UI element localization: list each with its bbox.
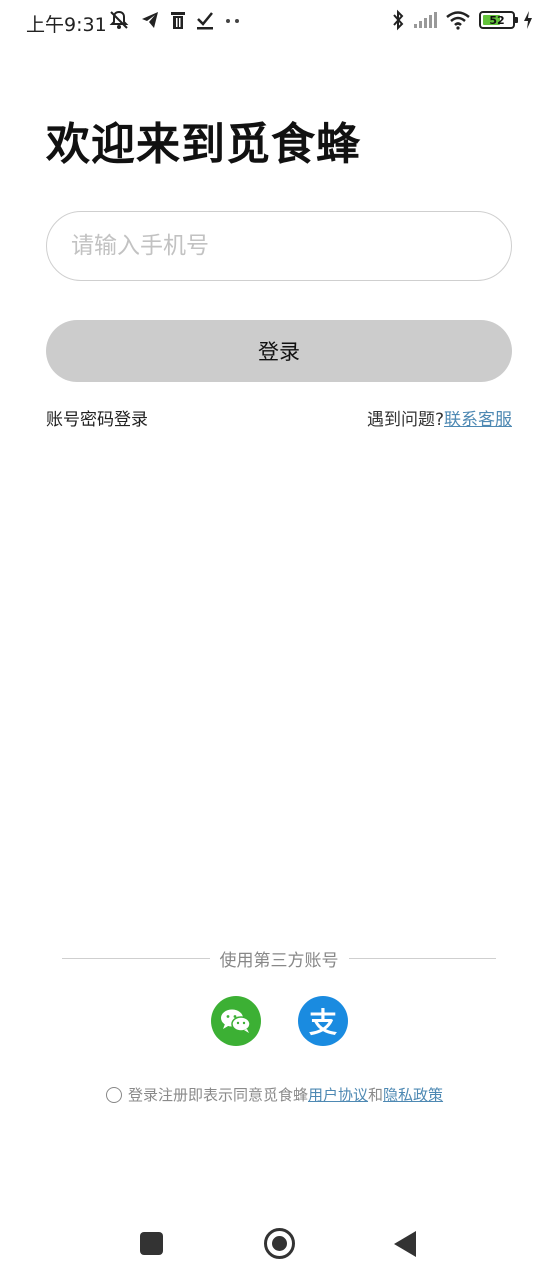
login-button[interactable]: 登录 [46,320,512,382]
agreement-checkbox[interactable] [106,1086,122,1103]
home-button[interactable] [264,1228,295,1259]
download-check-icon [196,9,214,31]
home-icon [272,1236,287,1251]
alipay-icon: 支 [308,1006,337,1039]
telegram-icon [140,9,160,31]
privacy-policy-link[interactable]: 隐私政策 [383,1084,443,1105]
help-row: 遇到问题? 联系客服 [367,405,512,430]
status-icons-left [108,9,242,31]
login-screen: 上午9:31 52 欢迎来到觅食蜂 请输入手机号 登录 账号密码登录 遇到问题?… [0,0,559,1280]
status-bar: 上午9:31 52 [0,0,559,42]
help-prefix: 遇到问题? [366,410,444,430]
password-login-link[interactable]: 账号密码登录 [46,405,148,430]
wifi-icon [445,9,471,31]
recents-button[interactable] [140,1232,163,1255]
status-time: 上午9:31 [26,14,107,36]
divider-line-left [62,958,210,959]
status-icons-right: 52 [391,9,533,31]
alipay-login-button[interactable]: 支 [298,996,348,1046]
wechat-login-button[interactable] [211,996,261,1046]
bell-off-icon [108,9,130,31]
contact-support-link[interactable]: 联系客服 [444,405,512,430]
battery-level: 52 [489,13,505,27]
agreement-row: 登录注册即表示同意觅食蜂 用户协议 和 隐私政策 [106,1084,443,1105]
battery-cap [515,17,518,23]
more-dots-icon [224,9,242,31]
wechat-icon [221,1009,251,1033]
divider-line-right [348,958,496,959]
signal-icon [413,9,437,31]
agreement-prefix: 登录注册即表示同意觅食蜂 [128,1086,309,1104]
phone-number-input[interactable] [46,211,512,281]
third-party-label: 使用第三方账号 [219,951,339,971]
back-button[interactable] [394,1231,416,1257]
charging-icon [523,9,533,31]
third-party-divider: 使用第三方账号 [62,946,496,971]
system-nav-bar [0,1210,559,1280]
user-agreement-link[interactable]: 用户协议 [308,1084,368,1105]
page-title: 欢迎来到觅食蜂 [46,119,361,170]
trash-icon [170,9,186,31]
agreement-joiner: 和 [368,1086,384,1104]
bluetooth-icon [391,9,405,31]
battery-indicator: 52 [479,11,518,29]
